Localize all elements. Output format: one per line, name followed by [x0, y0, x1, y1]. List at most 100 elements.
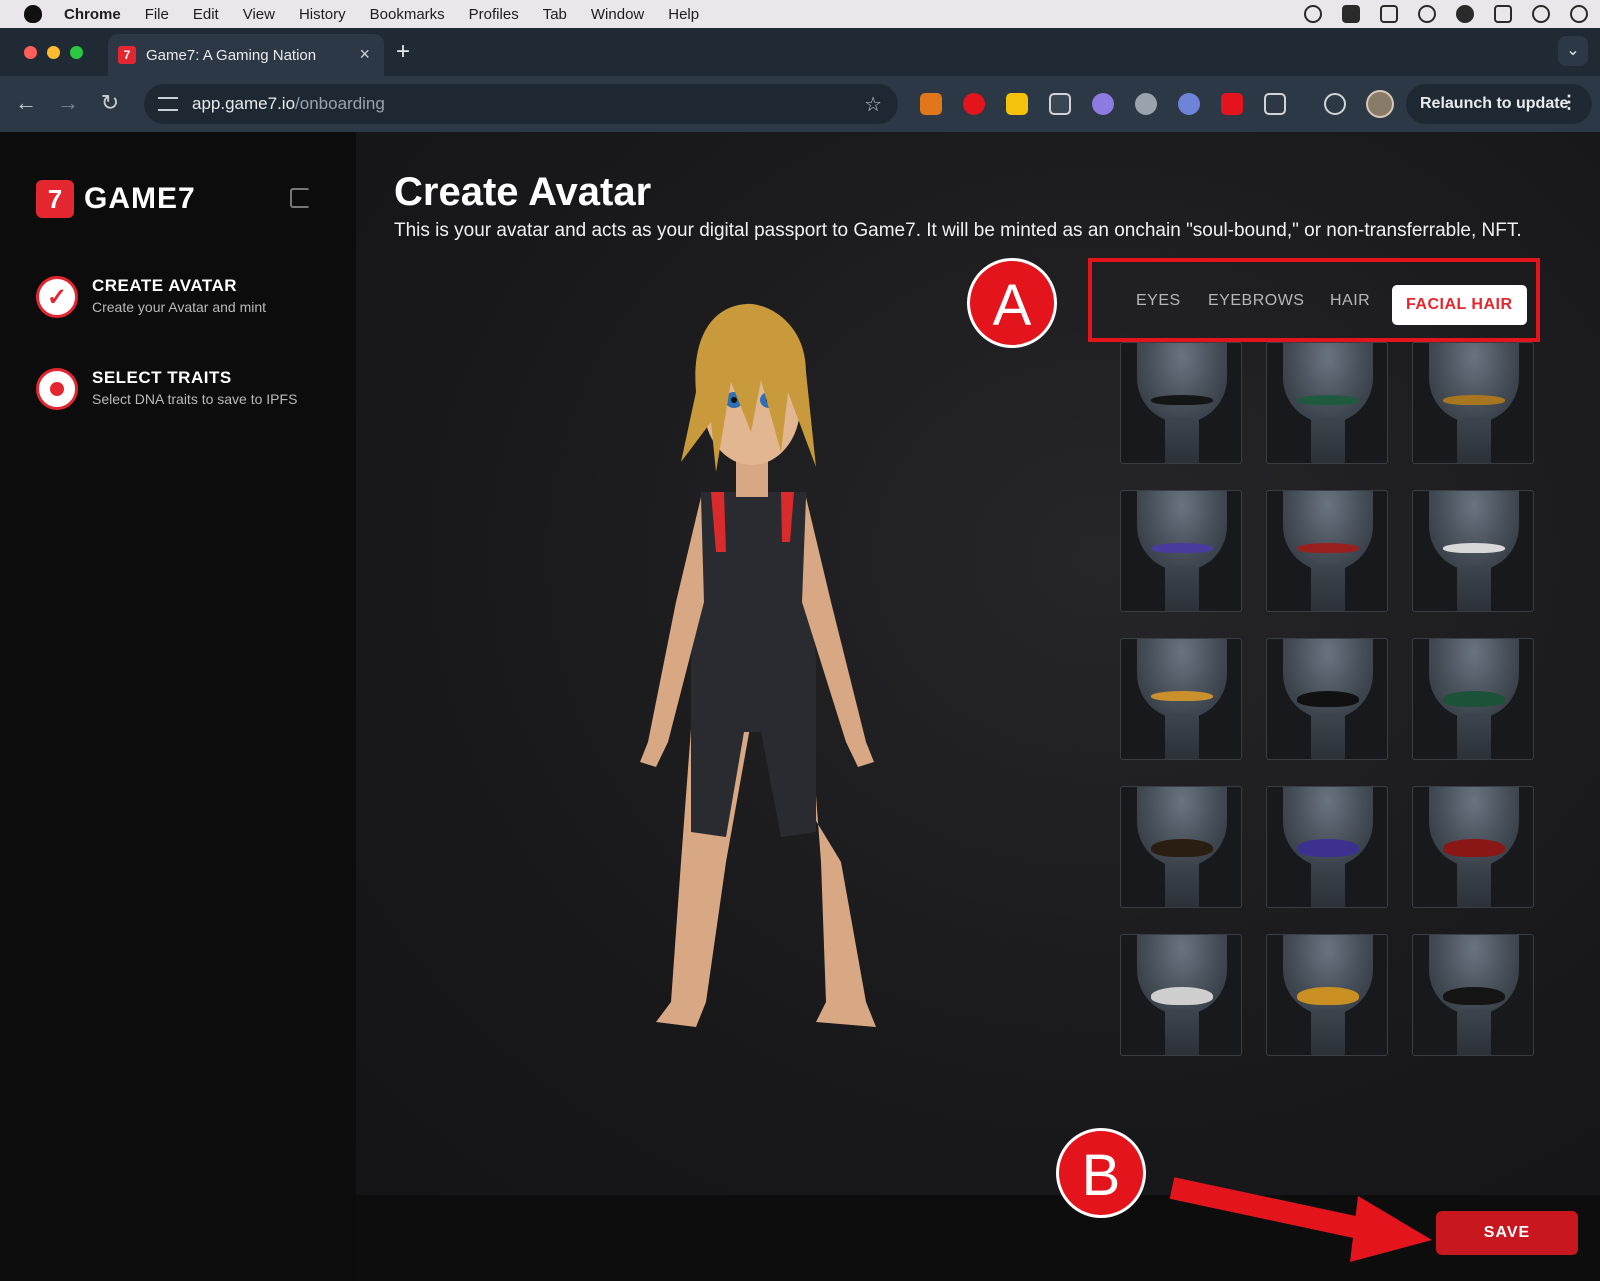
profile-avatar[interactable] [1366, 90, 1394, 118]
mustache-swatch [1151, 987, 1213, 1005]
menu-window[interactable]: Window [591, 6, 644, 23]
facial-hair-option[interactable] [1412, 934, 1534, 1056]
figma-icon[interactable] [1380, 5, 1398, 23]
notes-extension-icon[interactable] [1006, 93, 1028, 115]
mustache-swatch [1443, 395, 1505, 405]
menu-help[interactable]: Help [668, 6, 699, 23]
lightning-extension-icon[interactable] [1049, 93, 1071, 115]
game7-logo-icon: 7 [36, 180, 74, 218]
facial-hair-option[interactable] [1120, 490, 1242, 612]
apple-icon[interactable] [24, 5, 42, 23]
drive-icon[interactable] [1342, 5, 1360, 23]
grammarly-icon[interactable] [1456, 5, 1474, 23]
head-preview [1429, 491, 1519, 571]
sync-icon[interactable] [1324, 93, 1346, 115]
menu-profiles[interactable]: Profiles [469, 6, 519, 23]
neck-preview [1457, 861, 1491, 907]
head-preview [1283, 491, 1373, 571]
facial-hair-option[interactable] [1266, 342, 1388, 464]
extensions-puzzle-icon[interactable] [1264, 93, 1286, 115]
menu-view[interactable]: View [243, 6, 275, 23]
facial-hair-option[interactable] [1412, 490, 1534, 612]
mustache-swatch [1443, 987, 1505, 1005]
menu-tab[interactable]: Tab [543, 6, 567, 23]
vpn-extension-icon[interactable] [1178, 93, 1200, 115]
mustache-swatch [1297, 691, 1359, 707]
facial-hair-option[interactable] [1120, 638, 1242, 760]
neck-preview [1165, 417, 1199, 463]
facial-hair-option[interactable] [1266, 638, 1388, 760]
step-select-traits: SELECT TRAITS Select DNA traits to save … [36, 368, 297, 410]
gear-icon[interactable] [1418, 5, 1436, 23]
neck-preview [1457, 713, 1491, 759]
relaunch-button[interactable]: Relaunch to update ⋮ [1406, 84, 1592, 124]
menu-app[interactable]: Chrome [64, 6, 121, 23]
gauge-icon[interactable] [1532, 5, 1550, 23]
facial-hair-option[interactable] [1120, 934, 1242, 1056]
tab-search-button[interactable]: ⌄ [1558, 36, 1588, 66]
neck-preview [1457, 417, 1491, 463]
step-complete-check-icon: ✓ [36, 276, 78, 318]
facial-hair-option[interactable] [1266, 934, 1388, 1056]
facial-hair-option[interactable] [1120, 786, 1242, 908]
menu-bookmarks[interactable]: Bookmarks [370, 6, 445, 23]
save-button[interactable]: SAVE [1436, 1211, 1578, 1255]
neck-preview [1311, 1009, 1345, 1055]
tab-hair[interactable]: HAIR [1330, 292, 1370, 310]
youtube-extension-icon[interactable] [1221, 93, 1243, 115]
step-create-avatar: ✓ CREATE AVATAR Create your Avatar and m… [36, 276, 266, 318]
reload-button[interactable]: ↻ [96, 90, 124, 116]
annotation-badge-b: B [1056, 1128, 1146, 1218]
grammarly-extension-icon[interactable] [1135, 93, 1157, 115]
forward-button[interactable]: → [54, 90, 82, 116]
neck-preview [1311, 417, 1345, 463]
zoom-window-button[interactable] [70, 46, 83, 59]
footer-bar [356, 1195, 1600, 1281]
browser-tabstrip: 7 Game7: A Gaming Nation × + ⌄ [0, 28, 1600, 76]
avatar-preview[interactable] [576, 302, 926, 1052]
browser-tab[interactable]: 7 Game7: A Gaming Nation × [108, 34, 384, 76]
bookmark-star-icon[interactable]: ☆ [864, 92, 882, 117]
logout-icon[interactable] [290, 188, 310, 208]
facial-hair-option[interactable] [1412, 638, 1534, 760]
address-bar[interactable]: app.game7.io/onboarding ☆ [144, 84, 898, 124]
facial-hair-option[interactable] [1120, 342, 1242, 464]
page-description: This is your avatar and acts as your dig… [394, 220, 1522, 241]
ghost-extension-icon[interactable] [1092, 93, 1114, 115]
mustache-swatch [1297, 987, 1359, 1005]
more-menu-icon[interactable]: ⋮ [1560, 92, 1578, 113]
neck-preview [1457, 565, 1491, 611]
menu-file[interactable]: File [145, 6, 169, 23]
mustache-swatch [1297, 543, 1359, 553]
new-tab-button[interactable]: + [396, 38, 410, 66]
head-preview [1137, 343, 1227, 423]
page-title: Create Avatar [394, 170, 652, 214]
minimize-window-button[interactable] [47, 46, 60, 59]
mustache-swatch [1443, 543, 1505, 553]
browser-toolbar: ← → ↻ app.game7.io/onboarding ☆ Relaunch… [0, 76, 1600, 132]
facial-hair-option[interactable] [1266, 490, 1388, 612]
cloud-icon[interactable] [1570, 5, 1588, 23]
close-tab-icon[interactable]: × [359, 44, 370, 65]
back-button[interactable]: ← [12, 90, 40, 116]
site-info-icon[interactable] [158, 97, 178, 111]
facial-hair-option[interactable] [1412, 786, 1534, 908]
url-path: /onboarding [295, 94, 385, 113]
openai-icon[interactable] [1304, 5, 1322, 23]
tab-eyes[interactable]: EYES [1136, 292, 1181, 310]
relaunch-label: Relaunch to update [1420, 95, 1569, 112]
close-window-button[interactable] [24, 46, 37, 59]
tab-facial-hair[interactable]: FACIAL HAIR [1392, 285, 1527, 325]
tab-eyebrows[interactable]: EYEBROWS [1208, 292, 1304, 310]
facial-hair-option[interactable] [1412, 342, 1534, 464]
metamask-extension-icon[interactable] [920, 93, 942, 115]
onboarding-sidebar: 7 GAME7 ✓ CREATE AVATAR Create your Avat… [0, 132, 356, 1281]
menu-edit[interactable]: Edit [193, 6, 219, 23]
facial-hair-option[interactable] [1266, 786, 1388, 908]
neck-preview [1165, 565, 1199, 611]
menu-history[interactable]: History [299, 6, 346, 23]
mustache-swatch [1297, 395, 1359, 405]
game7-logo[interactable]: 7 GAME7 [36, 180, 196, 218]
adblock-extension-icon[interactable] [963, 93, 985, 115]
display-icon[interactable] [1494, 5, 1512, 23]
